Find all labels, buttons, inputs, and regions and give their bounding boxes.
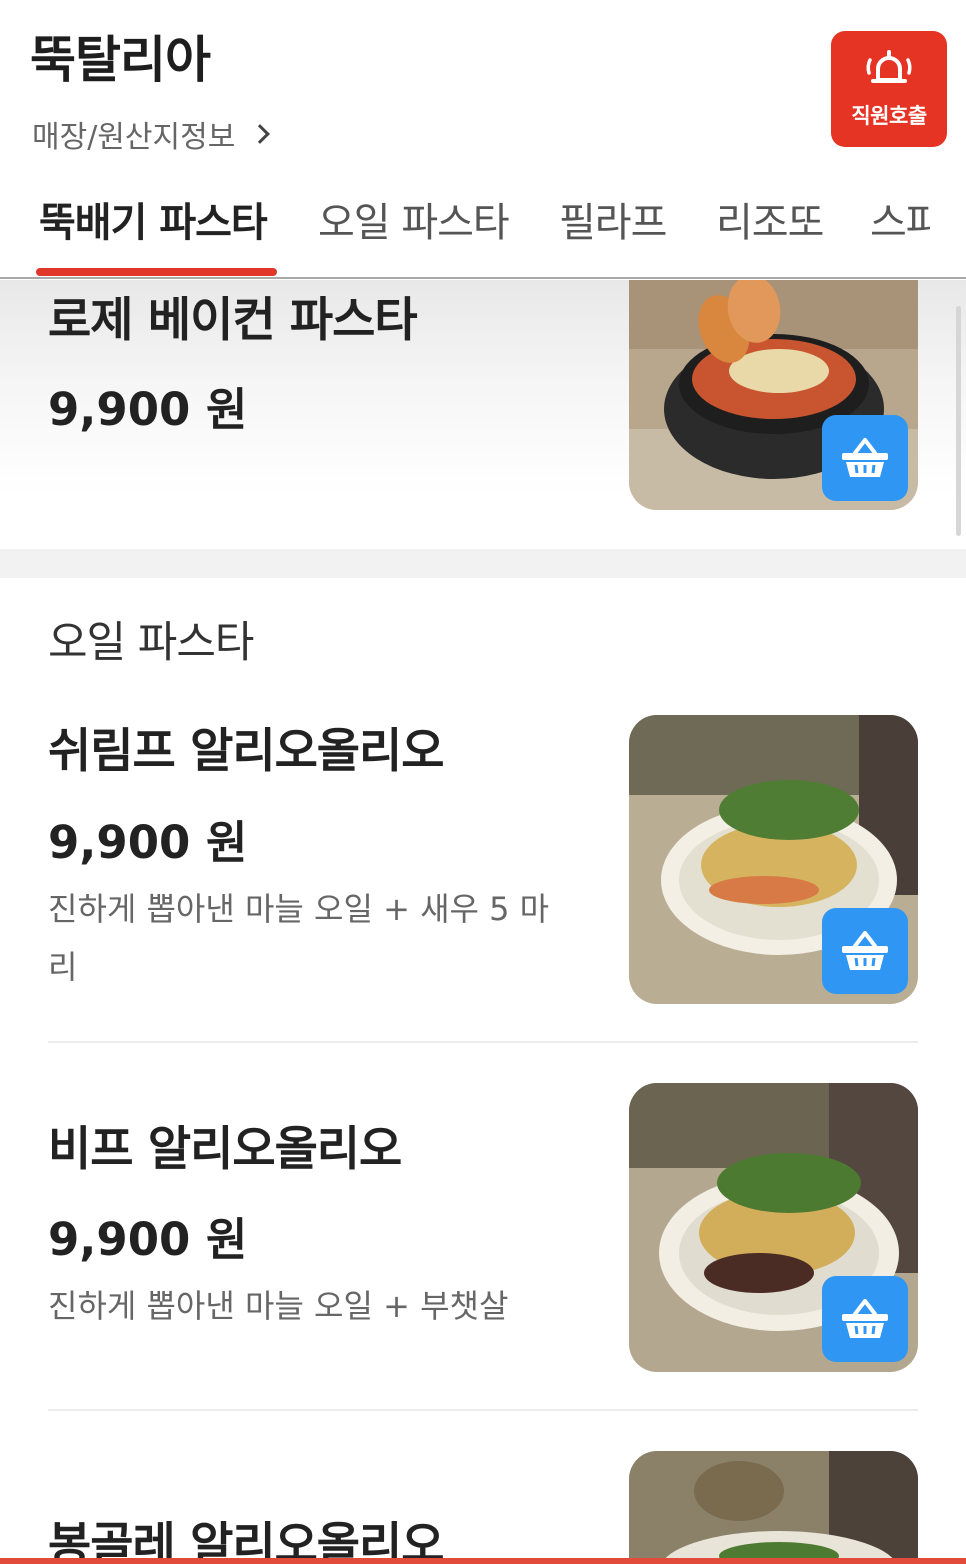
item-photo [629,1451,918,1564]
app-header: 뚝탈리아 매장/원산지정보 직원호출 뚝배기 파스타 오일 파스타 필라프 리조… [0,0,966,280]
scrollbar[interactable] [956,306,961,536]
tab-oil-pasta[interactable]: 오일 파스타 [318,190,510,248]
item-photo [629,715,918,1004]
tab-ttukbaegi-pasta[interactable]: 뚝배기 파스타 [39,190,268,248]
active-tab-indicator [36,268,277,276]
add-to-cart-button[interactable] [822,1276,908,1362]
item-price: 9,900 원 [48,383,248,436]
item-description: 진하게 뽑아낸 마늘 오일 + 부챗살 [48,1287,509,1325]
tab-pilaf[interactable]: 필라프 [559,190,667,248]
item-description: 진하게 뽑아낸 마늘 오일 + 새우 5 마리 [48,890,550,986]
call-staff-button[interactable]: 직원호출 [831,31,947,147]
item-name: 봉골레 알리오올리오 [48,1518,445,1564]
item-name: 비프 알리오올리오 [48,1122,402,1177]
item-divider [48,1041,918,1043]
store-info-label: 매장/원산지정보 [32,120,236,155]
category-tabs: 뚝배기 파스타 오일 파스타 필라프 리조또 스파 [0,178,966,278]
item-photo [629,1083,918,1372]
bottom-bar-edge [0,1558,966,1564]
add-to-cart-button[interactable] [822,908,908,994]
store-name: 뚝탈리아 [30,31,211,89]
basket-icon [842,1299,888,1338]
call-staff-label: 직원호출 [851,104,927,128]
item-price: 9,900 원 [48,816,248,869]
vongole-pasta-photo [629,1451,918,1564]
section-title-oil-pasta: 오일 파스타 [48,618,254,668]
tab-overflow-clip: 스파 [870,190,930,250]
bell-icon [866,50,912,83]
header-divider [0,277,966,279]
chevron-right-icon [250,124,271,144]
tab-spa[interactable]: 스파 [870,190,930,248]
item-price: 9,900 원 [48,1213,248,1266]
item-name: 쉬림프 알리오올리오 [48,724,445,779]
section-separator [0,549,966,578]
item-name: 로제 베이컨 파스타 [48,293,418,348]
tab-risotto[interactable]: 리조또 [716,190,824,248]
menu-item-rose-bacon[interactable]: 로제 베이컨 파스타 9,900 원 [0,279,966,549]
basket-icon [842,438,888,477]
item-divider [48,1409,918,1411]
add-to-cart-button[interactable] [822,415,908,501]
basket-icon [842,931,888,970]
store-info-link[interactable]: 매장/원산지정보 [32,112,271,156]
item-photo [629,279,918,510]
